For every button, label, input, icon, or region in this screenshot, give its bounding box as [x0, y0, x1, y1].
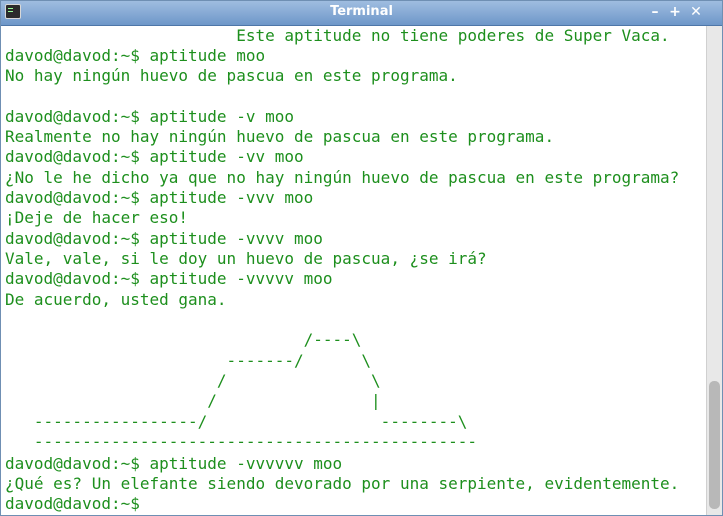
- ascii-art-line: ----------------------------------------…: [5, 432, 478, 451]
- terminal-line: davod@davod:~$ aptitude -vv moo: [5, 147, 304, 166]
- terminal-line: davod@davod:~$ aptitude -vvvv moo: [5, 229, 323, 248]
- terminal-line: davod@davod:~$ aptitude -v moo: [5, 107, 294, 126]
- terminal-line: ¿Qué es? Un elefante siendo devorado por…: [5, 474, 680, 493]
- terminal-prompt: davod@davod:~$: [5, 494, 150, 513]
- terminal-window: Terminal – + ✕ Este aptitude no tiene po…: [0, 0, 723, 516]
- ascii-art-line: -----------------/ --------\: [5, 412, 468, 431]
- terminal-line: ¡Deje de hacer eso!: [5, 208, 189, 227]
- terminal-line: davod@davod:~$ aptitude -vvvvvv moo: [5, 454, 343, 473]
- title-bar[interactable]: Terminal – + ✕: [1, 1, 722, 26]
- maximize-icon[interactable]: +: [666, 3, 684, 21]
- scrollbar-thumb[interactable]: [709, 381, 720, 509]
- terminal-line: De acuerdo, usted gana.: [5, 290, 227, 309]
- terminal-output[interactable]: Este aptitude no tiene poderes de Super …: [1, 26, 706, 515]
- terminal-line: No hay ningún huevo de pascua en este pr…: [5, 66, 458, 85]
- ascii-art-line: /----\: [5, 330, 362, 349]
- ascii-art-line: -------/ \: [5, 351, 372, 370]
- terminal-line: Vale, vale, si le doy un huevo de pascua…: [5, 249, 487, 268]
- minimize-icon[interactable]: –: [646, 3, 664, 21]
- ascii-art-line: / |: [5, 391, 381, 410]
- window-title: Terminal: [330, 4, 393, 19]
- terminal-line: davod@davod:~$ aptitude -vvvvv moo: [5, 269, 333, 288]
- close-icon[interactable]: ✕: [687, 3, 705, 21]
- ascii-art-line: / \: [5, 371, 381, 390]
- terminal-line: Este aptitude no tiene poderes de Super …: [5, 26, 670, 45]
- terminal-line: davod@davod:~$ aptitude moo: [5, 46, 266, 65]
- terminal-line: ¿No le he dicho ya que no hay ningún hue…: [5, 168, 680, 187]
- terminal-line: Realmente no hay ningún huevo de pascua …: [5, 127, 555, 146]
- vertical-scrollbar[interactable]: [706, 26, 722, 515]
- terminal-line: davod@davod:~$ aptitude -vvv moo: [5, 188, 314, 207]
